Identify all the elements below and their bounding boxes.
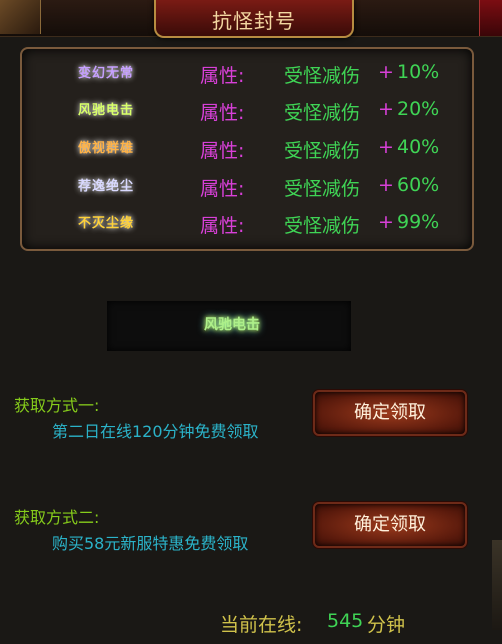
corner-ornament-left [0, 0, 41, 34]
method-one-label: 获取方式一: [14, 396, 100, 415]
title-preview: 风驰电击 [107, 301, 351, 351]
attribute-label: 属性: [200, 178, 245, 200]
attribute-name: 受怪减伤 [284, 215, 361, 237]
attribute-percent: 10% [397, 61, 440, 83]
attribute-percent: 60% [397, 174, 440, 196]
preview-title-badge: 风驰电击 [204, 317, 260, 333]
title-row: 变幻无常 属性: 受怪减伤 + 10% [22, 58, 472, 90]
title-row: 荐逸绝尘 属性: 受怪减伤 + 60% [22, 171, 472, 203]
title-row: 风驰电击 属性: 受怪减伤 + 20% [22, 95, 472, 127]
attribute-percent: 40% [397, 136, 440, 158]
method-two-desc: 购买58元新服特惠免费领取 [52, 534, 249, 553]
title-row: 不灭尘缘 属性: 受怪减伤 + 99% [22, 208, 472, 240]
attribute-percent: 99% [397, 211, 440, 233]
title-row: 傲视群雄 属性: 受怪减伤 + 40% [22, 133, 472, 165]
titles-panel: 变幻无常 属性: 受怪减伤 + 10% 风驰电击 属性: 受怪减伤 + 20% … [20, 47, 474, 251]
online-time-label: 当前在线: [220, 614, 303, 636]
method-one-desc: 第二日在线120分钟免费领取 [52, 422, 259, 441]
attribute-name: 受怪减伤 [284, 140, 361, 162]
window-frame: 抗怪封号 变幻无常 属性: 受怪减伤 + 10% 风驰电击 属性: 受怪减伤 +… [0, 0, 502, 644]
claim-button-one[interactable]: 确定领取 [313, 390, 467, 436]
attribute-name: 受怪减伤 [284, 178, 361, 200]
attribute-name: 受怪减伤 [284, 65, 361, 87]
claim-button-two[interactable]: 确定领取 [313, 502, 467, 548]
plus-sign: + [378, 211, 394, 233]
plus-sign: + [378, 98, 394, 120]
title-plate: 抗怪封号 [154, 0, 354, 38]
attribute-label: 属性: [200, 215, 245, 237]
plus-sign: + [378, 61, 394, 83]
title-badge: 不灭尘缘 [77, 216, 134, 231]
page-title: 抗怪封号 [212, 9, 296, 33]
corner-ornament-right [479, 0, 502, 36]
attribute-percent: 20% [397, 98, 440, 120]
online-time-unit: 分钟 [367, 614, 406, 636]
attribute-name: 受怪减伤 [284, 102, 361, 124]
attribute-label: 属性: [200, 102, 245, 124]
title-badge: 荐逸绝尘 [77, 179, 134, 194]
title-badge: 变幻无常 [77, 66, 134, 81]
side-edge [492, 540, 502, 630]
attribute-label: 属性: [200, 140, 245, 162]
plus-sign: + [378, 174, 394, 196]
title-badge: 风驰电击 [77, 103, 134, 118]
top-bar: 抗怪封号 [0, 0, 502, 38]
attribute-label: 属性: [200, 65, 245, 87]
title-badge: 傲视群雄 [77, 141, 134, 156]
method-two-label: 获取方式二: [14, 508, 100, 527]
online-time-value: 545 [327, 610, 364, 632]
plus-sign: + [378, 136, 394, 158]
